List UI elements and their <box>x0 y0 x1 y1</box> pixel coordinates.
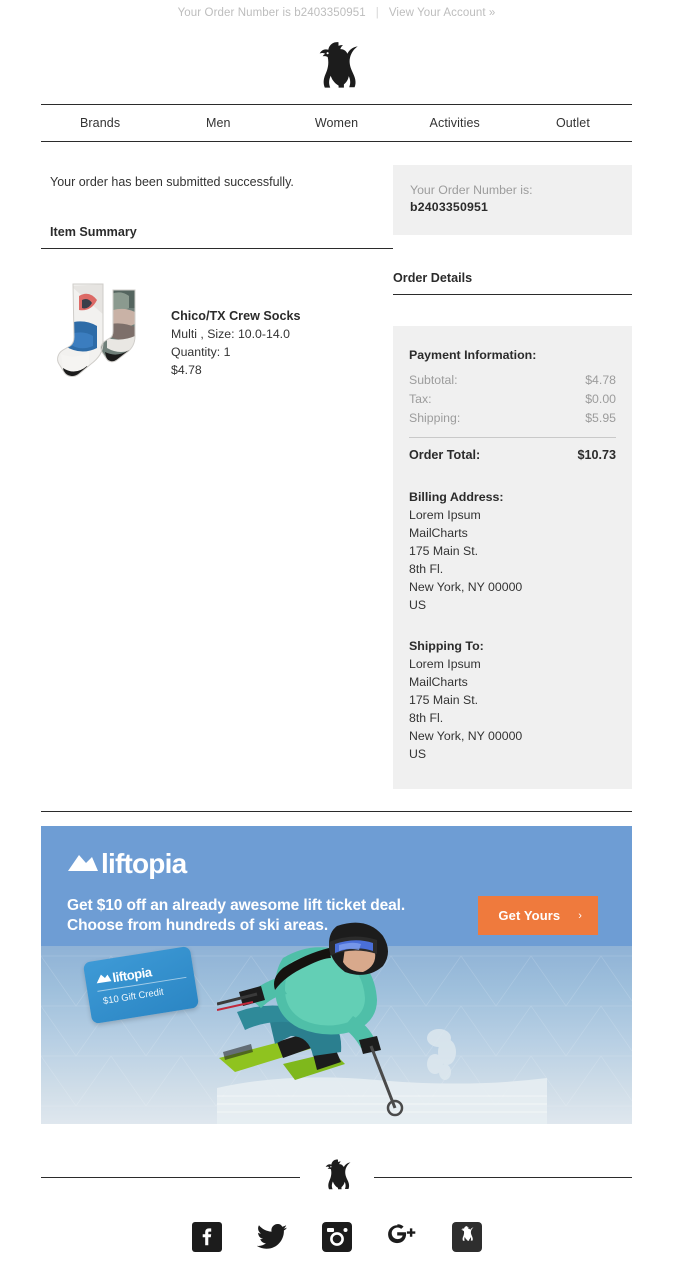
backcountry-goat-icon[interactable] <box>451 1222 482 1257</box>
order-number-label: Your Order Number is: <box>410 183 533 197</box>
goat-logo-icon[interactable] <box>314 40 360 90</box>
liftopia-wordmark: liftopia <box>101 848 187 879</box>
billing-line-2: MailCharts <box>409 526 468 540</box>
google-plus-icon[interactable] <box>387 1223 417 1256</box>
nav-item-men[interactable]: Men <box>159 116 277 130</box>
shipping-line-2: MailCharts <box>409 675 468 689</box>
shipping-address-block: Shipping To: Lorem Ipsum MailCharts 175 … <box>409 637 616 763</box>
giftcard-credit-text: $10 Gift Credit <box>102 986 165 1008</box>
product-socks-image[interactable] <box>49 280 153 390</box>
order-number-value: b2403350951 <box>410 200 489 214</box>
nav-item-outlet[interactable]: Outlet <box>514 116 632 130</box>
order-confirmation-message: Your order has been submitted successful… <box>50 175 294 189</box>
payment-row-tax: Tax: $0.00 <box>409 390 616 409</box>
liftopia-mountain-icon-small <box>94 969 113 989</box>
preheader-separator: | <box>375 7 379 19</box>
nav-item-brands[interactable]: Brands <box>41 116 159 130</box>
product-quantity: Quantity: 1 <box>171 345 231 359</box>
shipping-line-6: US <box>409 747 427 761</box>
liftopia-promo-banner[interactable]: liftopia Get $10 off an already awesome … <box>41 826 632 1124</box>
item-summary-column: Your order has been submitted successful… <box>41 164 393 789</box>
instagram-icon[interactable] <box>321 1222 352 1257</box>
social-links <box>0 1222 673 1257</box>
footer-rule-left <box>41 1176 300 1178</box>
order-item-info: Chico/TX Crew Socks Multi , Size: 10.0-1… <box>171 280 300 390</box>
shipping-line-5: New York, NY 00000 <box>409 729 523 743</box>
subtotal-label: Subtotal: <box>409 373 458 387</box>
nav-item-activities[interactable]: Activities <box>396 116 514 130</box>
view-account-link[interactable]: View Your Account » <box>389 7 496 19</box>
footer-divider-with-logo <box>41 1158 632 1196</box>
payment-divider <box>409 437 616 438</box>
billing-address-heading: Billing Address: <box>409 490 504 504</box>
banner-top-rule <box>41 811 632 812</box>
liftopia-mountain-icon <box>67 852 99 877</box>
preheader: Your Order Number is b2403350951 | View … <box>0 0 673 26</box>
primary-nav: Brands Men Women Activities Outlet <box>41 104 632 142</box>
goat-logo-icon-footer[interactable] <box>322 1158 352 1196</box>
billing-line-6: US <box>409 598 427 612</box>
payment-row-shipping: Shipping: $5.95 <box>409 409 616 428</box>
chevron-right-icon: › <box>578 909 582 922</box>
preheader-order-text: Your Order Number is b2403350951 <box>177 7 366 19</box>
tax-label: Tax: <box>409 392 432 406</box>
liftopia-logo: liftopia <box>67 848 187 879</box>
order-number-box: Your Order Number is: b2403350951 <box>393 165 632 235</box>
shipping-line-3: 175 Main St. <box>409 693 479 707</box>
shipping-line-4: 8th Fl. <box>409 711 444 725</box>
main-content: Your order has been submitted successful… <box>41 142 632 789</box>
shipping-address-heading: Shipping To: <box>409 639 484 653</box>
subtotal-value: $4.78 <box>585 373 616 387</box>
email-page: Your Order Number is b2403350951 | View … <box>0 0 673 1282</box>
order-total-value: $10.73 <box>577 448 616 462</box>
payment-information-heading: Payment Information: <box>409 348 537 362</box>
order-item-row: Chico/TX Crew Socks Multi , Size: 10.0-1… <box>41 249 393 390</box>
product-price: $4.78 <box>171 363 202 377</box>
billing-line-4: 8th Fl. <box>409 562 444 576</box>
banner-spacer <box>0 789 673 811</box>
order-details-panel: Payment Information: Subtotal: $4.78 Tax… <box>393 326 632 789</box>
order-details-column: Your Order Number is: b2403350951 Order … <box>393 164 632 789</box>
twitter-icon[interactable] <box>256 1224 287 1255</box>
billing-address-block: Billing Address: Lorem Ipsum MailCharts … <box>409 488 616 614</box>
order-total-label: Order Total: <box>409 448 481 462</box>
header-logo-wrap <box>0 26 673 104</box>
billing-line-5: New York, NY 00000 <box>409 580 523 594</box>
shipping-value: $5.95 <box>585 411 616 425</box>
product-title[interactable]: Chico/TX Crew Socks <box>171 307 300 325</box>
billing-line-1: Lorem Ipsum <box>409 508 481 522</box>
order-details-heading: Order Details <box>393 271 632 295</box>
shipping-line-1: Lorem Ipsum <box>409 657 481 671</box>
payment-row-subtotal: Subtotal: $4.78 <box>409 371 616 390</box>
nav-item-women[interactable]: Women <box>277 116 395 130</box>
item-summary-heading: Item Summary <box>41 225 393 249</box>
product-variant: Multi , Size: 10.0-14.0 <box>171 327 290 341</box>
giftcard-logo: liftopia <box>94 962 153 989</box>
giftcard-wordmark: liftopia <box>111 963 153 985</box>
facebook-icon[interactable] <box>191 1222 222 1257</box>
shipping-label: Shipping: <box>409 411 461 425</box>
footer-rule-right <box>373 1176 632 1178</box>
skier-photo <box>216 912 547 1124</box>
tax-value: $0.00 <box>585 392 616 406</box>
order-total-row: Order Total: $10.73 <box>409 446 616 465</box>
billing-line-3: 175 Main St. <box>409 544 479 558</box>
